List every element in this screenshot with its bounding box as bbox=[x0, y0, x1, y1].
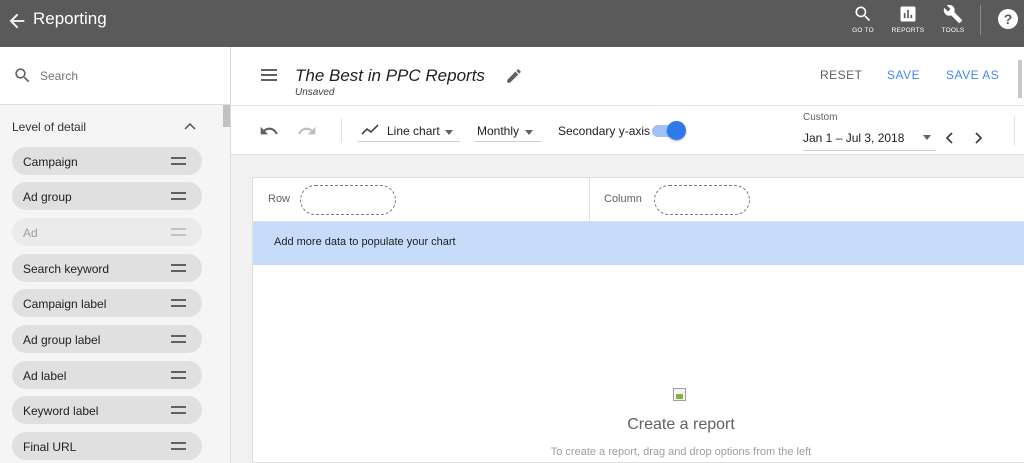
row-label: Row bbox=[268, 193, 291, 205]
save-as-button[interactable]: SAVE AS bbox=[946, 68, 999, 82]
search-icon bbox=[15, 68, 30, 83]
tools-label: TOOLS bbox=[941, 27, 965, 34]
chip-label: Ad group label bbox=[23, 333, 101, 347]
report-canvas: Row Column Add more data to populate you… bbox=[231, 155, 1024, 463]
line-chart-icon bbox=[361, 124, 379, 135]
info-banner: Add more data to populate your chart bbox=[253, 222, 1024, 265]
drag-handle-icon[interactable] bbox=[171, 192, 186, 200]
drag-handle-icon[interactable] bbox=[171, 442, 186, 450]
chip-label: Campaign bbox=[23, 155, 78, 169]
chip-label: Ad label bbox=[23, 369, 67, 383]
dimension-chip-ad: Ad bbox=[12, 218, 202, 246]
back-arrow-icon[interactable] bbox=[6, 10, 28, 32]
dimension-chip-campaign[interactable]: Campaign bbox=[12, 147, 202, 175]
column-drop-zone[interactable] bbox=[654, 185, 750, 215]
dimension-chip-ad-label[interactable]: Ad label bbox=[12, 361, 202, 389]
empty-state-title: Create a report bbox=[627, 416, 735, 433]
broken-image-icon bbox=[673, 388, 686, 401]
dimension-chip-campaign-label[interactable]: Campaign label bbox=[12, 289, 202, 317]
chip-label: Search keyword bbox=[23, 262, 110, 276]
empty-state-subtitle: To create a report, drag and drop option… bbox=[550, 446, 812, 458]
edit-pencil-icon[interactable] bbox=[505, 67, 523, 85]
dimension-chip-ad-group-label[interactable]: Ad group label bbox=[12, 325, 202, 353]
granularity-dropdown[interactable]: Monthly bbox=[475, 118, 541, 142]
dimension-chip-search-keyword[interactable]: Search keyword bbox=[12, 254, 202, 282]
report-card: Row Column Add more data to populate you… bbox=[252, 177, 1024, 463]
drag-handle-icon[interactable] bbox=[171, 371, 186, 379]
drag-handle-icon[interactable] bbox=[171, 299, 186, 307]
help-icon[interactable]: ? bbox=[998, 9, 1018, 29]
chip-label: Campaign label bbox=[23, 297, 107, 311]
topbar-divider bbox=[980, 5, 981, 35]
caret-down-icon bbox=[445, 130, 453, 135]
save-button[interactable]: SAVE bbox=[887, 68, 920, 82]
chart-type-dropdown[interactable]: Line chart bbox=[358, 118, 460, 142]
drag-handle-icon bbox=[171, 228, 186, 236]
report-title[interactable]: The Best in PPC Reports bbox=[295, 66, 485, 86]
toolbar-divider bbox=[1014, 116, 1015, 146]
chart-toolbar: Line chart Monthly Secondary y-axis Cust… bbox=[231, 105, 1024, 155]
goto-label: GO TO bbox=[852, 27, 874, 34]
sidebar-search bbox=[0, 47, 230, 105]
chip-label: Ad group bbox=[23, 190, 72, 204]
bar-chart-icon bbox=[900, 6, 916, 22]
reports-button[interactable]: REPORTS bbox=[890, 4, 926, 34]
chart-type-value: Line chart bbox=[387, 124, 440, 138]
search-icon bbox=[855, 6, 871, 22]
toggle-knob[interactable] bbox=[667, 121, 686, 140]
drag-handle-icon[interactable] bbox=[171, 335, 186, 343]
chip-label: Final URL bbox=[23, 440, 77, 454]
sidebar: Level of detail Campaign Ad group Ad Sea… bbox=[0, 47, 231, 463]
caret-down-icon bbox=[923, 135, 931, 140]
report-header: The Best in PPC Reports Unsaved RESET SA… bbox=[231, 47, 1024, 105]
date-preset-label: Custom bbox=[803, 112, 838, 123]
dimension-chip-final-url[interactable]: Final URL bbox=[12, 432, 202, 460]
row-column-divider bbox=[589, 178, 590, 222]
drag-handle-icon[interactable] bbox=[171, 264, 186, 272]
date-range-dropdown[interactable]: Jan 1 – Jul 3, 2018 bbox=[803, 128, 936, 151]
chevron-up-icon[interactable] bbox=[184, 121, 196, 131]
chip-label: Keyword label bbox=[23, 404, 99, 418]
chevron-right-icon[interactable] bbox=[975, 132, 983, 144]
toolbar-divider bbox=[341, 118, 342, 142]
chip-label: Ad bbox=[23, 226, 38, 240]
row-column-bar: Row Column bbox=[253, 178, 1024, 222]
granularity-value: Monthly bbox=[477, 124, 520, 138]
row-drop-zone[interactable] bbox=[300, 185, 396, 215]
sidebar-scrollbar[interactable] bbox=[223, 105, 230, 127]
app-bar: Reporting GO TO REPORTS TOOLS ? bbox=[0, 0, 1024, 47]
secondary-axis-label: Secondary y-axis bbox=[558, 124, 651, 138]
level-of-detail-header[interactable]: Level of detail bbox=[12, 120, 202, 134]
reset-button[interactable]: RESET bbox=[820, 68, 863, 82]
caret-down-icon bbox=[525, 130, 533, 135]
banner-text: Add more data to populate your chart bbox=[274, 236, 456, 248]
reports-label: REPORTS bbox=[891, 27, 925, 34]
app-title: Reporting bbox=[33, 9, 107, 28]
undo-icon[interactable] bbox=[259, 123, 279, 139]
drag-handle-icon[interactable] bbox=[171, 406, 186, 414]
save-status: Unsaved bbox=[295, 87, 335, 98]
dimension-chip-ad-group[interactable]: Ad group bbox=[12, 182, 202, 210]
header-scrollbar[interactable] bbox=[1018, 60, 1022, 98]
chevron-left-icon[interactable] bbox=[945, 132, 953, 144]
goto-button[interactable]: GO TO bbox=[845, 4, 881, 34]
date-range-value: Jan 1 – Jul 3, 2018 bbox=[803, 131, 905, 145]
menu-icon[interactable] bbox=[261, 69, 277, 81]
search-input[interactable] bbox=[40, 66, 215, 86]
dimension-chip-keyword-label[interactable]: Keyword label bbox=[12, 396, 202, 424]
drag-handle-icon[interactable] bbox=[171, 157, 186, 165]
redo-icon[interactable] bbox=[297, 123, 317, 139]
wrench-icon bbox=[943, 4, 963, 24]
column-label: Column bbox=[604, 193, 642, 205]
tools-button[interactable]: TOOLS bbox=[935, 4, 971, 34]
